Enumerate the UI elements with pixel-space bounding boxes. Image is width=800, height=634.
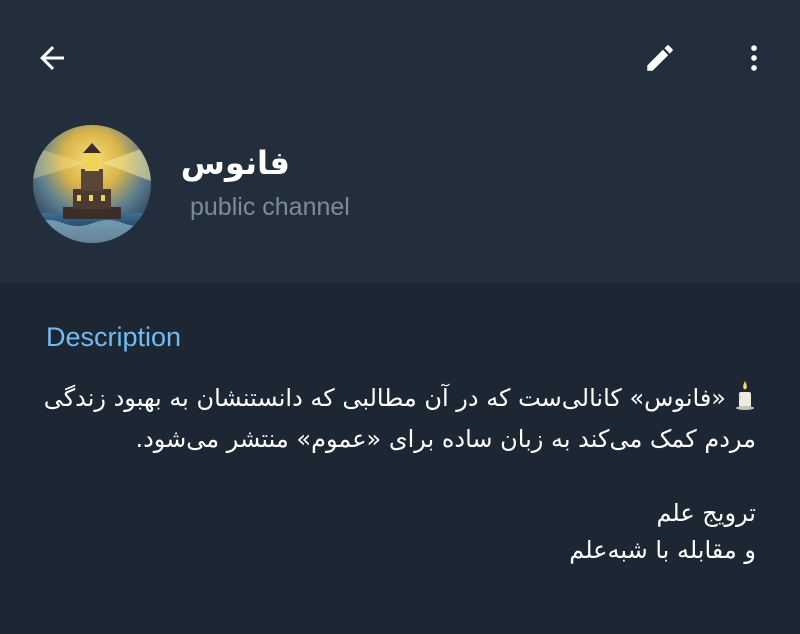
more-vertical-icon — [751, 45, 757, 71]
profile-header: فانوس public channel — [0, 0, 800, 283]
back-button[interactable] — [24, 30, 80, 86]
description-label: Description — [46, 322, 182, 352]
pencil-icon — [647, 45, 673, 71]
edit-button[interactable] — [632, 30, 688, 86]
description-paragraph: «فانوس» کانالی‌ست که در آن مطالبی که دان… — [40, 380, 756, 458]
arrow-left-icon — [40, 46, 64, 70]
channel-type-subtitle: public channel — [190, 193, 350, 221]
candle-icon — [734, 380, 756, 421]
channel-avatar[interactable] — [33, 125, 151, 243]
description-line-1: «فانوس» کانالی‌ست که در آن مطالبی که دان… — [43, 384, 756, 453]
channel-title: فانوس — [180, 144, 290, 182]
lighthouse-icon — [33, 125, 151, 243]
description-line-2: ترویج علم — [656, 499, 756, 527]
more-options-button[interactable] — [726, 30, 782, 86]
description-line-3: و مقابله با شبه‌علم — [569, 536, 756, 564]
description-text[interactable]: «فانوس» کانالی‌ست که در آن مطالبی که دان… — [40, 380, 756, 569]
